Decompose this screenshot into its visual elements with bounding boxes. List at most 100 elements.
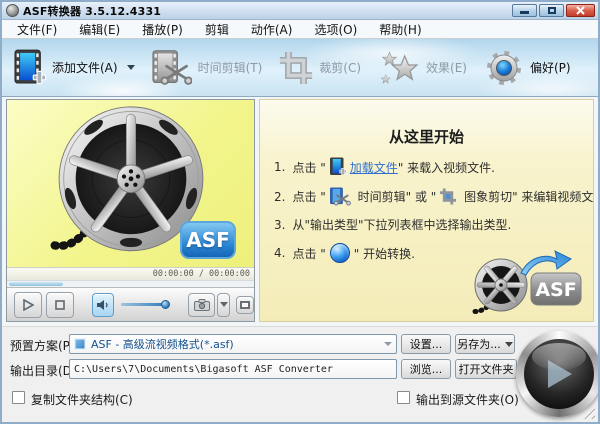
- copy-structure-checkbox[interactable]: [12, 391, 25, 404]
- toolbar: 添加文件(A) 时间剪辑(T) 裁剪(: [2, 39, 598, 97]
- step-text: 点击 ": [292, 188, 325, 205]
- stop-button[interactable]: [46, 292, 75, 318]
- open-folder-button[interactable]: 打开文件夹: [455, 359, 517, 379]
- crop-icon: [279, 51, 313, 85]
- open-folder-button-label: 打开文件夹: [459, 361, 514, 377]
- playback-controls: [7, 287, 254, 321]
- guide-title: 从这里开始: [260, 126, 593, 147]
- app-icon: [6, 4, 19, 17]
- menu-play[interactable]: 播放(P): [131, 20, 194, 38]
- volume-slider[interactable]: [121, 303, 168, 306]
- snapshot-button[interactable]: [188, 293, 216, 317]
- window-controls: [512, 4, 595, 17]
- step-text: 点击 ": [292, 159, 325, 176]
- time-clip-icon: [152, 49, 192, 87]
- play-button[interactable]: [14, 292, 42, 318]
- preset-profile-icon: [74, 338, 86, 350]
- player-panel: ASF 00:00:00 / 00:00:00: [6, 99, 255, 322]
- guide-panel: 从这里开始 1. 点击 " 加载文件 " 来载入视频文件. 2. 点击 " 时间…: [259, 99, 594, 322]
- title-bar[interactable]: ASF转换器 3.5.12.4331: [2, 2, 598, 20]
- menu-file[interactable]: 文件(F): [6, 20, 68, 38]
- seek-progress: [9, 282, 63, 286]
- output-to-source-checkbox[interactable]: [397, 391, 410, 404]
- chevron-down-icon: [220, 302, 228, 307]
- menu-action[interactable]: 动作(A): [240, 20, 304, 38]
- time-clip-button[interactable]: 时间剪辑(T): [152, 49, 263, 87]
- step-number: 3.: [274, 218, 285, 232]
- logo-badge-text: ASF: [535, 279, 576, 301]
- effects-button[interactable]: 效果(E): [378, 48, 467, 88]
- convert-orb-icon: [330, 243, 350, 263]
- time-clip-mini-icon: [329, 187, 351, 206]
- load-file-link[interactable]: 加载文件: [350, 159, 398, 176]
- video-preview[interactable]: ASF: [7, 100, 254, 267]
- minimize-icon: [520, 11, 529, 14]
- add-files-label: 添加文件(A): [52, 59, 118, 76]
- step-text: 从"输出类型"下拉列表框中选择输出类型.: [292, 216, 511, 233]
- minimize-button[interactable]: [512, 4, 537, 17]
- browse-button[interactable]: 浏览...: [401, 359, 451, 379]
- settings-button-label: 设置...: [410, 336, 443, 352]
- seek-bar[interactable]: [7, 280, 254, 287]
- menu-options[interactable]: 选项(O): [303, 20, 368, 38]
- checkbox-row: 复制文件夹结构(C) 输出到源文件夹(O): [2, 389, 598, 409]
- time-clip-label: 时间剪辑(T): [198, 59, 263, 76]
- maximize-button[interactable]: [539, 4, 564, 17]
- speaker-icon: [96, 299, 109, 311]
- close-icon: [576, 6, 585, 15]
- step-number: 4.: [274, 246, 285, 260]
- crop-mini-icon: [439, 188, 457, 205]
- start-conversion-button[interactable]: [516, 331, 600, 417]
- output-panel: 预置方案(P): ASF - 高级流视频格式(*.asf) 设置... 另存为.…: [2, 326, 598, 424]
- save-as-button[interactable]: 另存为...: [455, 334, 515, 354]
- snapshot-dropdown-button[interactable]: [217, 293, 230, 317]
- close-button[interactable]: [566, 4, 595, 17]
- output-dir-value: C:\Users\7\Documents\Bigasoft ASF Conver…: [74, 364, 333, 375]
- step-number: 1.: [274, 160, 285, 174]
- asf-format-badge: ASF: [180, 221, 236, 259]
- app-logo: ASF: [469, 249, 587, 319]
- time-display: 00:00:00 / 00:00:00: [153, 269, 250, 279]
- add-files-button[interactable]: 添加文件(A): [14, 49, 135, 87]
- preset-combobox[interactable]: ASF - 高级流视频格式(*.asf): [69, 334, 397, 354]
- app-window: ASF转换器 3.5.12.4331 文件(F) 编辑(E) 播放(P) 剪辑 …: [0, 0, 600, 424]
- guide-step-3: 3. 从"输出类型"下拉列表框中选择输出类型.: [274, 216, 587, 233]
- output-dir-input[interactable]: C:\Users\7\Documents\Bigasoft ASF Conver…: [69, 359, 397, 379]
- guide-step-2: 2. 点击 " 时间剪辑" 或 " 图象剪切" 来编辑视频文件.: [274, 187, 587, 206]
- preferences-icon: [484, 48, 524, 88]
- step-text: 图象剪切" 来编辑视频文件.: [460, 188, 594, 205]
- menu-bar: 文件(F) 编辑(E) 播放(P) 剪辑 动作(A) 选项(O) 帮助(H): [2, 20, 598, 39]
- camera-icon: [194, 299, 210, 311]
- step-text: " 开始转换.: [354, 245, 415, 262]
- preferences-button[interactable]: 偏好(P): [484, 48, 571, 88]
- preset-value: ASF - 高级流视频格式(*.asf): [91, 336, 380, 352]
- play-icon: [22, 299, 34, 311]
- step-number: 2.: [274, 190, 285, 204]
- output-dir-row: 输出目录(D): C:\Users\7\Documents\Bigasoft A…: [2, 359, 598, 379]
- output-to-source-label: 输出到源文件夹(O): [416, 391, 519, 408]
- chevron-down-icon: [505, 342, 513, 347]
- volume-knob[interactable]: [161, 300, 170, 309]
- menu-help[interactable]: 帮助(H): [368, 20, 432, 38]
- menu-clip[interactable]: 剪辑: [194, 20, 240, 38]
- convert-core: [524, 339, 594, 409]
- volume-button[interactable]: [92, 293, 114, 317]
- chevron-down-icon: [384, 342, 392, 346]
- add-file-icon: [14, 49, 46, 87]
- crop-button[interactable]: 裁剪(C): [279, 51, 361, 85]
- step-text: 时间剪辑" 或 ": [354, 188, 436, 205]
- guide-step-1: 1. 点击 " 加载文件 " 来载入视频文件.: [274, 157, 587, 177]
- preferences-label: 偏好(P): [530, 59, 571, 76]
- crop-label: 裁剪(C): [319, 59, 361, 76]
- step-text: " 来载入视频文件.: [398, 159, 495, 176]
- time-strip: 00:00:00 / 00:00:00: [7, 267, 254, 280]
- menu-edit[interactable]: 编辑(E): [68, 20, 131, 38]
- settings-button[interactable]: 设置...: [401, 334, 451, 354]
- fullscreen-button[interactable]: [236, 296, 254, 314]
- chevron-down-icon: [127, 65, 135, 70]
- effects-label: 效果(E): [426, 59, 467, 76]
- stop-icon: [55, 300, 65, 310]
- browse-button-label: 浏览...: [410, 361, 443, 377]
- copy-structure-label: 复制文件夹结构(C): [31, 391, 133, 408]
- preset-row: 预置方案(P): ASF - 高级流视频格式(*.asf) 设置... 另存为.…: [2, 334, 598, 354]
